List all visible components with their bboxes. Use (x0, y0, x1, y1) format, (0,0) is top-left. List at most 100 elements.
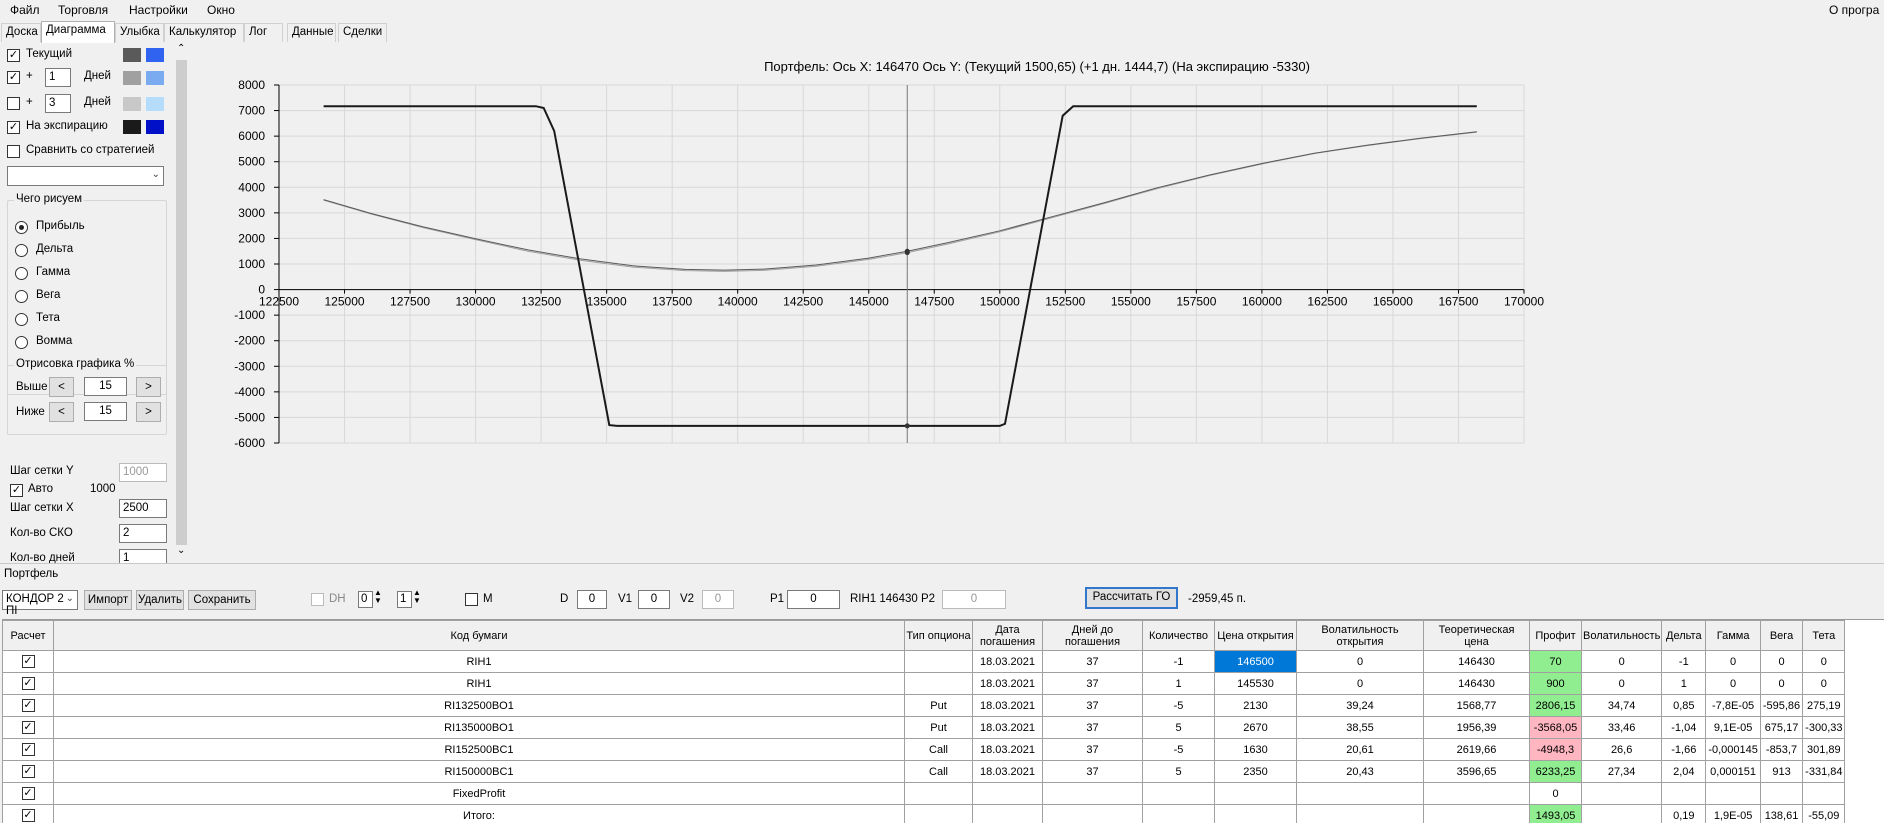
table-cell[interactable]: -1,04 (1661, 716, 1707, 739)
above-increase-button[interactable]: > (136, 377, 161, 397)
dh-checkbox[interactable] (311, 593, 324, 606)
table-cell[interactable] (1423, 782, 1530, 805)
table-cell[interactable]: 1 (1661, 672, 1707, 695)
column-header[interactable]: Волатильность открытия (1296, 620, 1424, 651)
table-cell[interactable]: RIH1 (53, 672, 905, 695)
save-button[interactable]: Сохранить (188, 590, 256, 610)
table-cell[interactable]: 1 (1142, 672, 1215, 695)
table-cell[interactable]: Put (904, 694, 973, 717)
table-cell[interactable]: 18.03.2021 (972, 694, 1043, 717)
table-cell[interactable]: 275,19 (1802, 694, 1846, 717)
delete-button[interactable]: Удалить (136, 590, 184, 610)
dh-input-1[interactable]: 0 (358, 591, 373, 608)
table-cell[interactable] (1142, 782, 1215, 805)
scrollbar-thumb[interactable] (176, 60, 187, 545)
table-cell[interactable]: 0 (1802, 650, 1846, 673)
strategy-combo[interactable]: ⌄ (7, 166, 164, 186)
table-cell[interactable]: 39,24 (1296, 694, 1424, 717)
table-cell[interactable]: 18.03.2021 (972, 716, 1043, 739)
table-cell[interactable]: 138,61 (1759, 804, 1804, 823)
tab-diagram[interactable]: Диаграмма (41, 21, 115, 43)
scroll-up-icon[interactable]: ⌃ (177, 43, 185, 54)
column-header[interactable]: Волатильность (1580, 620, 1663, 651)
tab-smile[interactable]: Улыбка (115, 23, 164, 42)
expiry-checkbox[interactable]: ✓ (7, 121, 20, 134)
table-cell[interactable]: -595,86 (1759, 694, 1804, 717)
days-count-input[interactable]: 1 (119, 549, 167, 563)
table-cell[interactable]: 0 (1802, 672, 1846, 695)
profit-chart[interactable]: 800070006000500040003000200010000-1000-2… (190, 43, 1884, 563)
table-cell[interactable] (1296, 782, 1424, 805)
table-cell[interactable] (1802, 782, 1846, 805)
below-input[interactable]: 15 (84, 402, 127, 421)
table-cell[interactable] (972, 782, 1043, 805)
radio-vomma[interactable] (15, 336, 28, 349)
current-color-dark[interactable] (123, 48, 141, 62)
auto-checkbox[interactable]: ✓ (10, 484, 23, 497)
plus3-color-dark[interactable] (123, 97, 141, 111)
row-calc-checkbox-cell[interactable]: ✓ (2, 738, 54, 761)
table-cell[interactable]: FixedProfit (53, 782, 905, 805)
row-calc-checkbox[interactable]: ✓ (21, 787, 35, 800)
table-cell[interactable]: -1 (1661, 650, 1707, 673)
table-cell[interactable]: 301,89 (1802, 738, 1846, 761)
table-cell[interactable]: 913 (1759, 760, 1804, 783)
column-header[interactable]: Тип опциона (904, 620, 973, 651)
table-cell[interactable]: 0 (1529, 782, 1582, 805)
table-cell[interactable]: -0,000145 (1705, 738, 1761, 761)
table-cell[interactable]: -55,09 (1802, 804, 1846, 823)
table-cell[interactable]: 0,000151 (1705, 760, 1761, 783)
above-decrease-button[interactable]: < (49, 377, 74, 397)
row-calc-checkbox[interactable]: ✓ (21, 743, 35, 756)
table-cell[interactable]: 18.03.2021 (972, 650, 1043, 673)
radio-theta[interactable] (15, 313, 28, 326)
table-cell[interactable] (1759, 782, 1804, 805)
m-checkbox[interactable] (465, 593, 478, 606)
column-header[interactable]: Количество (1142, 620, 1215, 651)
table-cell[interactable]: 0 (1759, 650, 1804, 673)
left-panel-scrollbar[interactable]: ⌃ ⌄ (175, 43, 188, 560)
row-calc-checkbox-cell[interactable]: ✓ (2, 672, 54, 695)
row-calc-checkbox-cell[interactable]: ✓ (2, 804, 54, 823)
table-cell[interactable] (1705, 782, 1761, 805)
expiry-color-dark[interactable] (123, 120, 141, 134)
import-button[interactable]: Импорт (84, 590, 132, 610)
table-cell[interactable]: 900 (1529, 672, 1582, 695)
table-row[interactable]: ✓ FixedProfit 0 (2, 782, 1846, 805)
row-calc-checkbox-cell[interactable]: ✓ (2, 782, 54, 805)
table-cell[interactable]: -5 (1142, 738, 1215, 761)
column-header[interactable]: Расчет (2, 620, 54, 651)
table-cell[interactable]: -1 (1142, 650, 1215, 673)
table-cell[interactable]: 37 (1042, 760, 1143, 783)
row-calc-checkbox-cell[interactable]: ✓ (2, 694, 54, 717)
table-cell[interactable]: 9,1E-05 (1705, 716, 1761, 739)
table-cell[interactable] (904, 672, 973, 695)
below-decrease-button[interactable]: < (49, 402, 74, 422)
table-cell[interactable]: -300,33 (1802, 716, 1846, 739)
column-header[interactable]: Дата погашения (972, 620, 1043, 651)
column-header[interactable]: Дней до погашения (1042, 620, 1143, 651)
table-cell[interactable]: 2350 (1214, 760, 1297, 783)
v1-input[interactable]: 0 (638, 590, 670, 609)
radio-profit[interactable] (15, 221, 28, 234)
table-cell[interactable]: 1956,39 (1423, 716, 1530, 739)
radio-delta[interactable] (15, 244, 28, 257)
scroll-down-icon[interactable]: ⌄ (177, 545, 185, 556)
table-cell[interactable] (904, 650, 973, 673)
table-cell[interactable]: 0,19 (1661, 804, 1707, 823)
table-cell[interactable] (1580, 804, 1663, 823)
table-cell[interactable]: 37 (1042, 672, 1143, 695)
row-calc-checkbox[interactable]: ✓ (21, 655, 35, 668)
table-cell[interactable]: 0 (1296, 672, 1424, 695)
table-cell[interactable]: -7,8E-05 (1705, 694, 1761, 717)
row-calc-checkbox-cell[interactable]: ✓ (2, 716, 54, 739)
table-cell[interactable]: 18.03.2021 (972, 760, 1043, 783)
table-cell[interactable]: 18.03.2021 (972, 738, 1043, 761)
table-cell[interactable]: 5 (1142, 760, 1215, 783)
table-cell[interactable]: 1493,05 (1529, 804, 1582, 823)
table-cell[interactable]: 20,43 (1296, 760, 1424, 783)
table-cell[interactable]: RI135000BO1 (53, 716, 905, 739)
table-cell[interactable]: 0 (1705, 650, 1761, 673)
table-cell[interactable] (1042, 804, 1143, 823)
table-cell[interactable]: 20,61 (1296, 738, 1424, 761)
